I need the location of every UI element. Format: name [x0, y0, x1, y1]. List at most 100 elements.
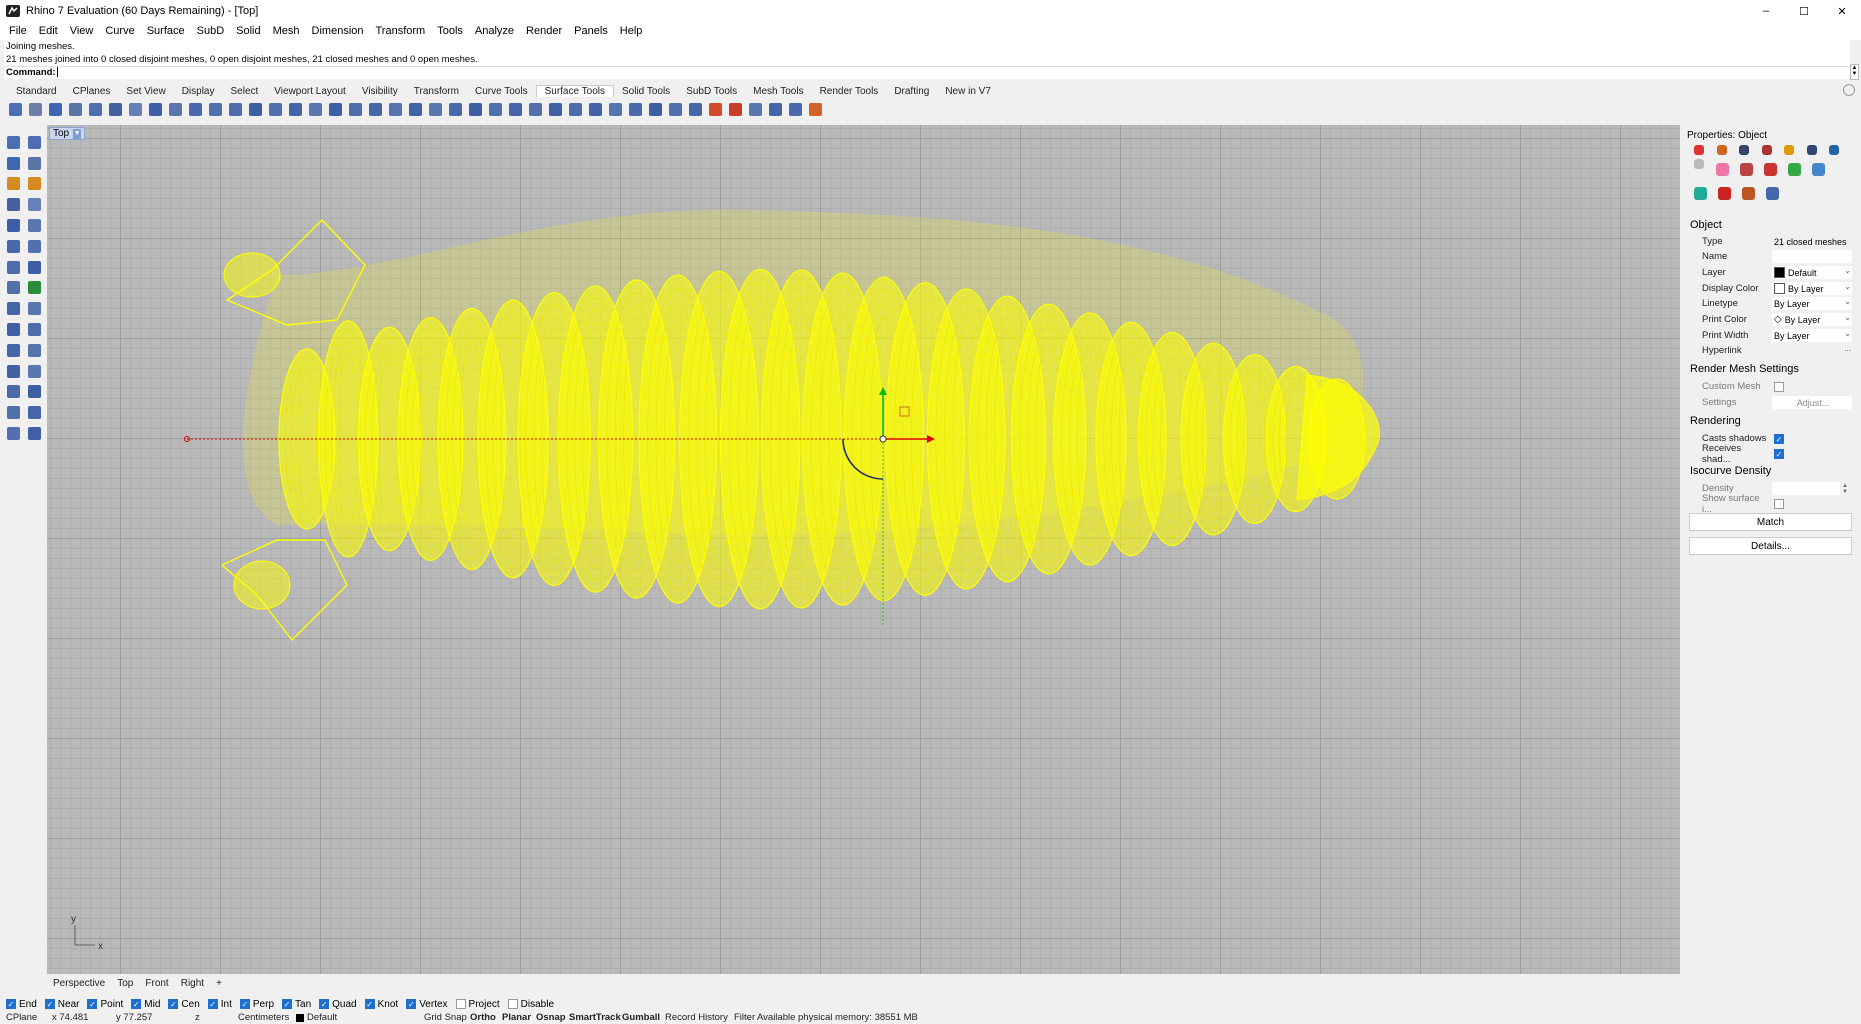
match-button[interactable]: Match — [1689, 513, 1852, 531]
cone-button[interactable] — [24, 319, 45, 340]
ortho-toggle[interactable]: Ortho — [470, 1012, 496, 1024]
folder-tab[interactable] — [1778, 143, 1801, 157]
set-view-button[interactable] — [226, 100, 244, 118]
command-history-spinner[interactable]: ▲ ▼ — [1850, 64, 1859, 80]
array-button[interactable] — [386, 100, 404, 118]
block-button[interactable] — [3, 423, 24, 444]
menu-item-mesh[interactable]: Mesh — [267, 25, 306, 37]
menu-item-dimension[interactable]: Dimension — [306, 25, 370, 37]
menu-item-curve[interactable]: Curve — [99, 25, 140, 37]
maximize-button[interactable]: ☐ — [1785, 0, 1823, 22]
fillet-button[interactable] — [24, 340, 45, 361]
lock-button[interactable] — [666, 100, 684, 118]
menu-item-render[interactable]: Render — [520, 25, 568, 37]
density-input[interactable] — [1772, 482, 1840, 495]
tab-viewport-layout[interactable]: Viewport Layout — [266, 86, 354, 97]
viewport-tab-perspective[interactable]: Perspective — [47, 978, 111, 989]
osnap-checkbox[interactable]: ✓ — [319, 999, 330, 1009]
osnap-project[interactable]: Project — [455, 999, 500, 1010]
group-button[interactable] — [486, 100, 504, 118]
print-color-select[interactable]: ◇ By Layer ⌄ — [1772, 313, 1852, 326]
tab-options-gear-icon[interactable] — [1843, 84, 1855, 96]
menu-item-transform[interactable]: Transform — [370, 25, 432, 37]
osnap-checkbox[interactable]: ✓ — [207, 999, 218, 1009]
curve-button[interactable] — [3, 174, 24, 195]
tab-surface-tools[interactable]: Surface Tools — [535, 85, 614, 97]
layer-select[interactable]: Default ⌄ — [1772, 266, 1852, 279]
receives-shadows-checkbox[interactable]: ✓ — [1774, 448, 1784, 459]
filter-toggle[interactable]: Filter — [734, 1012, 755, 1024]
dimension-left-button[interactable] — [3, 402, 24, 423]
surface-button[interactable] — [24, 236, 45, 257]
grid-button[interactable] — [586, 100, 604, 118]
osnap-end[interactable]: ✓ End — [6, 999, 37, 1010]
join-button[interactable] — [406, 100, 424, 118]
boolean-button[interactable] — [3, 340, 24, 361]
osnap-near[interactable]: ✓ Near — [44, 999, 79, 1010]
tab-subd-tools[interactable]: SubD Tools — [678, 86, 745, 97]
osnap-checkbox[interactable]: ✓ — [131, 999, 142, 1009]
osnap-checkbox[interactable]: ✓ — [406, 999, 417, 1009]
rotate-button[interactable] — [326, 100, 344, 118]
freeform-button[interactable] — [24, 174, 45, 195]
menu-item-help[interactable]: Help — [614, 25, 649, 37]
tab-display[interactable]: Display — [174, 86, 223, 97]
texture-tab[interactable] — [1733, 143, 1756, 157]
tab-solid-tools[interactable]: Solid Tools — [614, 86, 678, 97]
cylinder-button[interactable] — [3, 319, 24, 340]
analyze-button[interactable] — [806, 100, 824, 118]
osnap-knot[interactable]: ✓ Knot — [364, 999, 398, 1010]
osnap-checkbox[interactable] — [507, 999, 518, 1009]
ellipse-button[interactable] — [3, 215, 24, 236]
extrude-button[interactable] — [3, 257, 24, 278]
tab-set-view[interactable]: Set View — [118, 86, 173, 97]
print-width-select[interactable]: By Layer ⌄ — [1772, 329, 1852, 342]
casts-shadows-checkbox[interactable]: ✓ — [1774, 433, 1784, 444]
tab-select[interactable]: Select — [223, 86, 267, 97]
tab-mesh-tools[interactable]: Mesh Tools — [745, 86, 811, 97]
rectangle-button[interactable] — [3, 236, 24, 257]
tab-drafting[interactable]: Drafting — [886, 86, 937, 97]
osnap-disable[interactable]: Disable — [507, 999, 554, 1010]
details-button[interactable]: Details... — [1689, 537, 1852, 555]
osnap-button[interactable] — [566, 100, 584, 118]
osnap-checkbox[interactable] — [455, 999, 466, 1009]
viewport-menu-arrow-icon[interactable]: ▼ — [73, 128, 82, 139]
osnap-int[interactable]: ✓ Int — [207, 999, 232, 1010]
mirror-button[interactable] — [366, 100, 384, 118]
loft-button[interactable] — [24, 257, 45, 278]
custom-mesh-checkbox[interactable] — [1774, 381, 1784, 392]
green-square-tab[interactable] — [1783, 157, 1807, 181]
close-button[interactable]: ✕ — [1823, 0, 1861, 22]
tab-curve-tools[interactable]: Curve Tools — [467, 86, 536, 97]
ball-tab[interactable] — [1736, 181, 1760, 205]
osnap-mid[interactable]: ✓ Mid — [131, 999, 160, 1010]
add-viewport-tab-button[interactable]: + — [210, 978, 228, 989]
bell-tab[interactable] — [1823, 143, 1846, 157]
minimize-button[interactable]: – — [1747, 0, 1785, 22]
menu-item-solid[interactable]: Solid — [230, 25, 266, 37]
cube-tab[interactable] — [1688, 181, 1712, 205]
planar-toggle[interactable]: Planar — [502, 1012, 531, 1024]
osnap-checkbox[interactable]: ✓ — [239, 999, 250, 1009]
dimension-button[interactable] — [766, 100, 784, 118]
zoom-extents-button[interactable] — [206, 100, 224, 118]
tab-transform[interactable]: Transform — [406, 86, 467, 97]
properties-button[interactable] — [546, 100, 564, 118]
menu-item-edit[interactable]: Edit — [33, 25, 64, 37]
shape-tab[interactable] — [1759, 157, 1783, 181]
tab-new-in-v7[interactable]: New in V7 — [937, 86, 999, 97]
select-button[interactable] — [266, 100, 284, 118]
import-button[interactable] — [86, 100, 104, 118]
osnap-tan[interactable]: ✓ Tan — [282, 999, 311, 1010]
curve-tool-button[interactable] — [746, 100, 764, 118]
shade-button[interactable] — [686, 100, 704, 118]
units[interactable]: Centimeters — [238, 1012, 289, 1024]
circle-button[interactable] — [3, 194, 24, 215]
viewport-tab-top[interactable]: Top — [111, 978, 139, 989]
tab-standard[interactable]: Standard — [8, 86, 65, 97]
osnap-checkbox[interactable]: ✓ — [87, 999, 98, 1009]
density-spinner[interactable]: ▲ ▼ — [1842, 483, 1848, 495]
brush-tab[interactable] — [1735, 157, 1759, 181]
record-history-toggle[interactable]: Record History — [665, 1012, 728, 1024]
